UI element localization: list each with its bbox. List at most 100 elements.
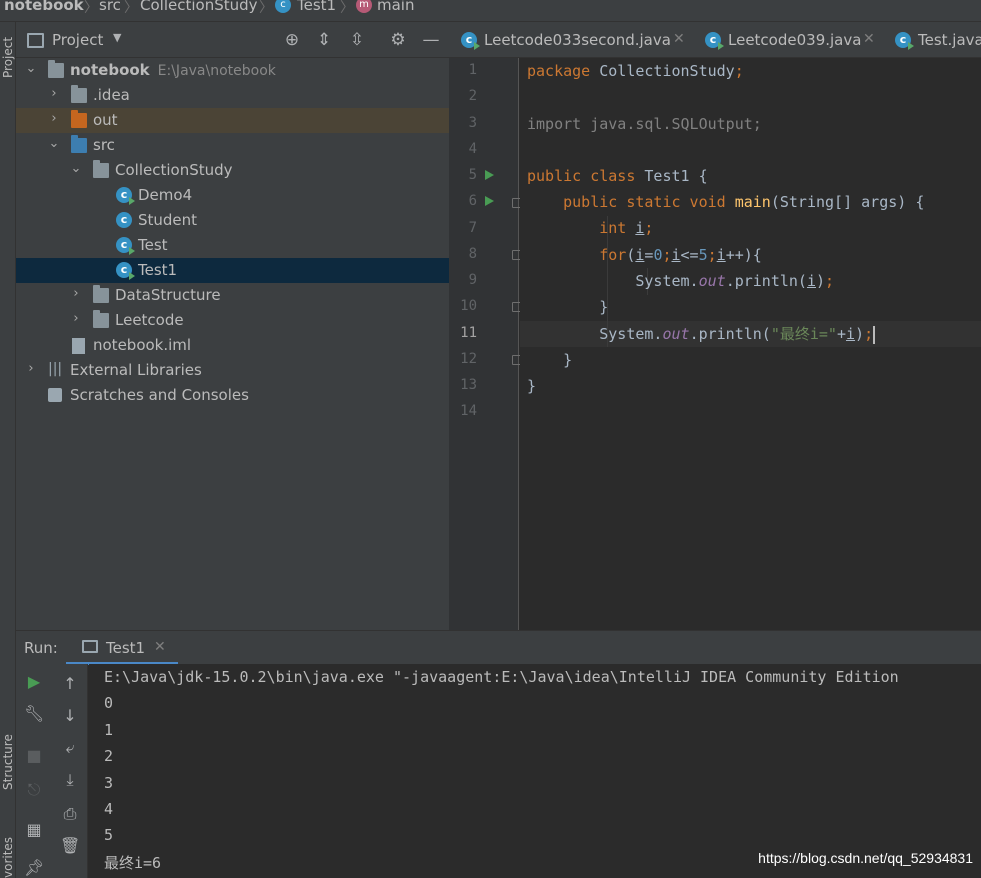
chevron-right-icon: 〉: [124, 0, 138, 16]
breadcrumb-method[interactable]: main: [377, 0, 414, 14]
code-text: (String[] args) {: [770, 193, 925, 211]
tree-item-scratches[interactable]: Scratches and Consoles: [16, 383, 449, 408]
tab-test[interactable]: c Test.java: [883, 22, 981, 57]
tree-item-datastructure[interactable]: › DataStructure: [16, 283, 449, 308]
line-number: 12: [460, 351, 477, 367]
breadcrumb-src[interactable]: src: [99, 0, 121, 14]
console-line: 3: [104, 774, 114, 792]
code-line-1: package CollectionStudy;: [527, 58, 744, 84]
console-line: 4: [104, 800, 114, 818]
exit-icon[interactable]: ⎋: [24, 780, 44, 800]
chevron-down-icon[interactable]: ⌄: [69, 161, 83, 176]
scroll-to-end-icon[interactable]: ⤓: [60, 770, 80, 790]
tree-item-label: External Libraries: [70, 361, 202, 379]
variable: i: [806, 272, 816, 290]
chevron-down-icon[interactable]: ⌄: [24, 61, 38, 76]
line-number: 5: [468, 167, 477, 183]
breadcrumb-package[interactable]: CollectionStudy: [140, 0, 258, 14]
tree-item-label: Test1: [138, 261, 178, 279]
tree-item-idea[interactable]: › .idea: [16, 83, 449, 108]
tree-item-notebook[interactable]: ⌄ notebook E:\Java\notebook: [16, 58, 449, 83]
console-line: E:\Java\jdk-15.0.2\bin\java.exe "-javaag…: [104, 668, 899, 686]
code-editor[interactable]: package CollectionStudy; import java.sql…: [520, 58, 981, 630]
breadcrumb-class[interactable]: Test1: [297, 0, 336, 14]
tree-item-external-libraries[interactable]: › ||| External Libraries: [16, 358, 449, 383]
chevron-right-icon[interactable]: ›: [24, 361, 38, 376]
tree-item-notebook-iml[interactable]: notebook.iml: [16, 333, 449, 358]
layout-icon[interactable]: ▦: [24, 820, 44, 840]
run-tab-label: Test1: [106, 639, 146, 657]
tree-item-test[interactable]: c Test: [16, 233, 449, 258]
code-text: ;: [662, 246, 672, 264]
console-output[interactable]: E:\Java\jdk-15.0.2\bin\java.exe "-javaag…: [89, 664, 981, 878]
console-icon: [82, 640, 98, 653]
code-text: }: [563, 351, 573, 369]
favorites-tool-label: vorites: [1, 836, 15, 878]
chevron-right-icon[interactable]: ›: [69, 311, 83, 326]
project-tool-tab[interactable]: Project: [0, 22, 16, 94]
code-text: +: [836, 325, 846, 343]
project-view-selector[interactable]: Project: [52, 31, 103, 49]
stop-icon[interactable]: ■: [24, 746, 44, 766]
tree-item-test1[interactable]: c Test1: [16, 258, 449, 283]
chevron-right-icon[interactable]: ›: [69, 286, 83, 301]
wrench-icon[interactable]: 🔧︎: [24, 704, 44, 724]
package-icon: [93, 160, 109, 178]
tree-item-label: notebook.iml: [93, 336, 192, 354]
code-text: System.: [635, 272, 699, 290]
close-icon[interactable]: ✕: [673, 31, 685, 47]
breadcrumb-project[interactable]: notebook: [4, 0, 84, 14]
rerun-icon[interactable]: ▶: [24, 672, 44, 692]
class-icon: c: [275, 0, 291, 13]
run-class-icon[interactable]: [485, 170, 494, 180]
chevron-right-icon[interactable]: ›: [47, 111, 61, 126]
tree-item-src[interactable]: ⌄ src: [16, 133, 449, 158]
arrow-down-icon[interactable]: ↓: [60, 706, 80, 726]
locate-icon[interactable]: ⊕: [282, 30, 302, 50]
close-icon[interactable]: ✕: [154, 639, 166, 655]
arrow-up-icon[interactable]: ↑: [60, 674, 80, 694]
project-view-icon: [27, 33, 44, 48]
trash-icon[interactable]: 🗑︎: [60, 836, 80, 856]
chevron-right-icon[interactable]: ›: [47, 86, 61, 101]
string-literal: "最终i=": [770, 325, 837, 343]
minimize-icon[interactable]: —: [421, 30, 441, 50]
text-caret: [873, 325, 876, 344]
tree-item-student[interactable]: c Student: [16, 208, 449, 233]
chevron-down-icon[interactable]: ▼: [113, 31, 121, 44]
class-icon: c: [461, 32, 480, 50]
gear-icon[interactable]: ⚙: [388, 30, 408, 50]
collapse-all-icon[interactable]: ⇳: [347, 30, 367, 50]
run-tab-test1[interactable]: Test1 ✕: [66, 631, 178, 665]
tree-item-label: Test: [138, 236, 168, 254]
class-icon: c: [116, 237, 135, 255]
tab-leetcode033second[interactable]: c Leetcode033second.java ✕: [449, 22, 693, 57]
tree-item-collectionstudy[interactable]: ⌄ CollectionStudy: [16, 158, 449, 183]
code-line-10: }: [527, 294, 608, 320]
soft-wrap-icon[interactable]: ⤶: [60, 738, 80, 758]
run-method-icon[interactable]: [485, 196, 494, 206]
line-number: 10: [460, 298, 477, 314]
favorites-tool-tab[interactable]: vorites: [0, 828, 16, 878]
tree-item-leetcode[interactable]: › Leetcode: [16, 308, 449, 333]
pin-icon[interactable]: 📌︎: [24, 858, 44, 878]
close-icon[interactable]: ✕: [863, 31, 875, 47]
package-icon: [93, 285, 109, 303]
structure-tool-tab[interactable]: Structure: [0, 722, 16, 812]
console-line: 5: [104, 826, 114, 844]
project-panel-header: Project ▼ ⊕ ⇕ ⇳ ⚙ —: [16, 22, 449, 58]
tree-item-demo4[interactable]: c Demo4: [16, 183, 449, 208]
package-icon: [93, 310, 109, 328]
tree-item-label: src: [93, 136, 115, 154]
tab-label: Leetcode033second.java: [484, 31, 671, 49]
folder-icon: [71, 85, 87, 103]
expand-all-icon[interactable]: ⇕: [314, 30, 334, 50]
tree-item-out[interactable]: › out: [16, 108, 449, 133]
tab-leetcode039[interactable]: c Leetcode039.java ✕: [693, 22, 883, 57]
class-icon: c: [116, 187, 135, 205]
print-icon[interactable]: ⎙: [60, 804, 80, 824]
chevron-down-icon[interactable]: ⌄: [47, 136, 61, 151]
project-tool-label: Project: [1, 36, 15, 78]
code-text: ;: [825, 272, 835, 290]
static-field: out: [662, 325, 690, 343]
